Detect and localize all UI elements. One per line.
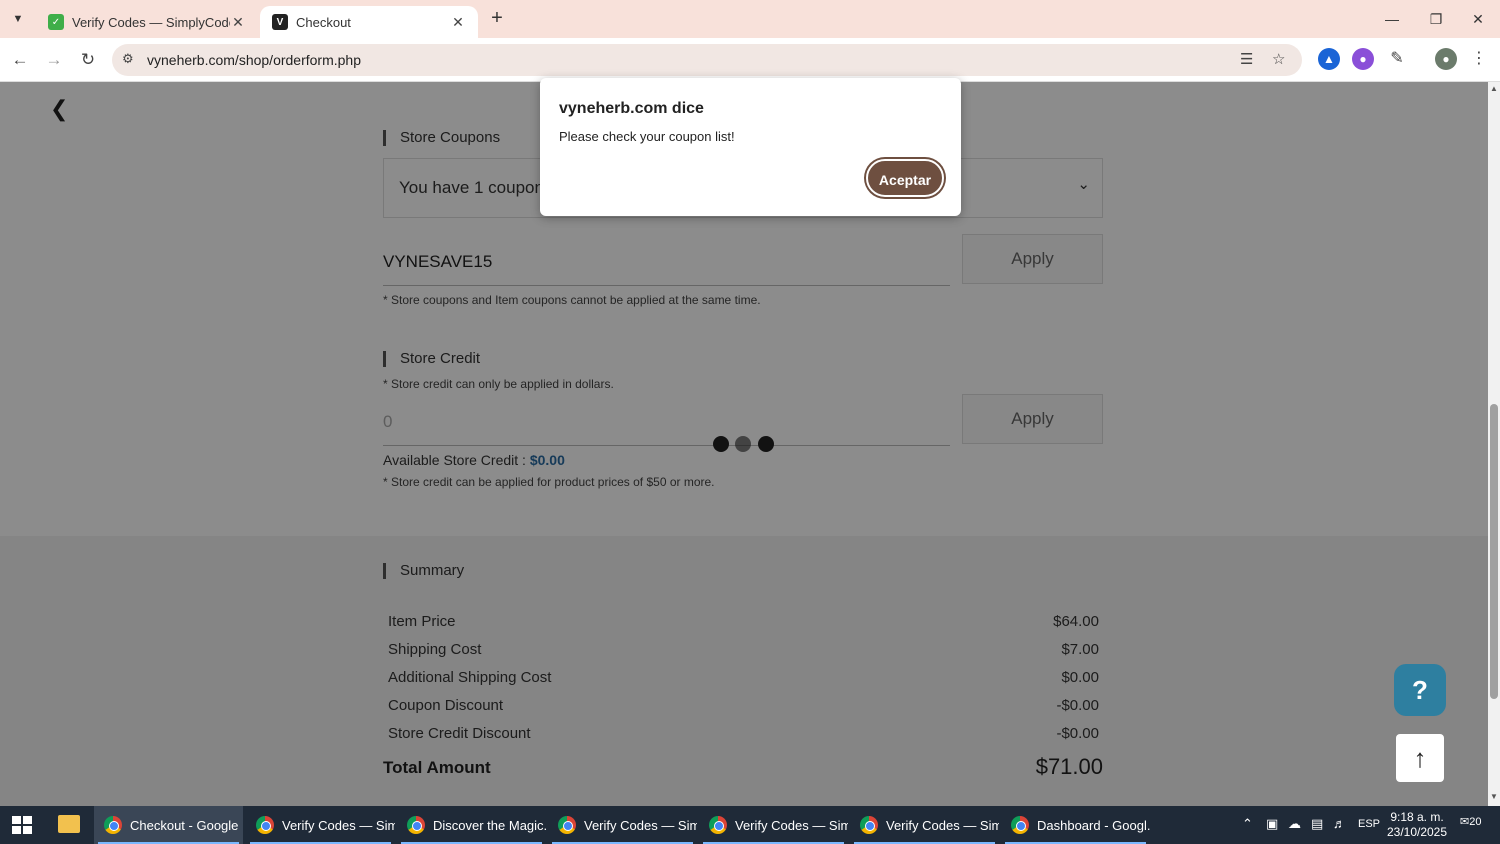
vyneherb-favicon-icon: V bbox=[272, 14, 288, 30]
help-question-icon[interactable]: ? bbox=[1394, 664, 1446, 716]
forward-arrow-icon[interactable]: → bbox=[42, 48, 66, 72]
address-bar[interactable]: ⚙ vyneherb.com/shop/orderform.php ☰ ☆ bbox=[112, 44, 1302, 76]
chrome-icon bbox=[1011, 816, 1029, 834]
clock-date: 23/10/2025 bbox=[1386, 825, 1448, 839]
menu-kebab-icon[interactable]: ⋮ bbox=[1468, 48, 1490, 70]
tab-checkout[interactable]: V Checkout ✕ bbox=[260, 6, 478, 38]
extensions-puzzle-icon[interactable]: ✎ bbox=[1386, 48, 1408, 70]
simplycodes-extension-icon[interactable]: ● bbox=[1352, 48, 1374, 70]
taskbar-item-verify-codes-1[interactable]: Verify Codes — Sim... bbox=[246, 806, 395, 844]
taskbar-item-verify-codes-4[interactable]: Verify Codes — Sim... bbox=[850, 806, 999, 844]
taskbar-item-verify-codes-2[interactable]: Verify Codes — Sim... bbox=[548, 806, 697, 844]
new-tab-plus-icon[interactable]: + bbox=[486, 8, 508, 30]
clock-time: 9:18 a. m. bbox=[1390, 810, 1444, 824]
url-text[interactable]: vyneherb.com/shop/orderform.php bbox=[147, 52, 361, 68]
back-arrow-icon[interactable]: ← bbox=[8, 48, 32, 72]
windows-taskbar: Checkout - Google ... Verify Codes — Sim… bbox=[0, 806, 1500, 844]
taskbar-item-discover-magic[interactable]: Discover the Magic... bbox=[397, 806, 546, 844]
simplycodes-favicon-icon: ✓ bbox=[48, 14, 64, 30]
close-tab-icon[interactable]: ✕ bbox=[230, 14, 246, 31]
chrome-icon bbox=[104, 816, 122, 834]
taskbar-item-verify-codes-3[interactable]: Verify Codes — Sim... bbox=[699, 806, 848, 844]
restore-icon[interactable]: ❐ bbox=[1416, 6, 1456, 32]
page-scrollbar[interactable]: ▲ ▼ bbox=[1488, 82, 1500, 806]
language-indicator[interactable]: ESP bbox=[1358, 818, 1380, 830]
show-hidden-icons-chevron-icon[interactable]: ⌃ bbox=[1242, 816, 1253, 832]
network-icon[interactable]: ▤ bbox=[1311, 816, 1323, 832]
chrome-icon bbox=[256, 816, 274, 834]
profile-avatar-icon[interactable]: ● bbox=[1435, 48, 1457, 70]
bookmark-star-icon[interactable]: ☆ bbox=[1272, 50, 1285, 68]
chrome-icon bbox=[407, 816, 425, 834]
system-clock[interactable]: 9:18 a. m. 23/10/2025 bbox=[1384, 810, 1450, 840]
alert-message: Please check your coupon list! bbox=[559, 129, 735, 144]
tab-search-chevron-icon[interactable]: ▼ bbox=[6, 8, 30, 30]
site-settings-icon[interactable]: ⚙ bbox=[122, 51, 134, 67]
meet-now-icon[interactable]: ▣ bbox=[1266, 816, 1278, 832]
scroll-down-arrow-icon[interactable]: ▼ bbox=[1488, 792, 1500, 801]
notification-center-icon[interactable]: ✉20 bbox=[1460, 815, 1484, 835]
windows-start-icon[interactable] bbox=[12, 816, 32, 834]
alert-dialog: vyneherb.com dice Please check your coup… bbox=[540, 78, 961, 216]
taskbar-item-dashboard[interactable]: Dashboard - Googl... bbox=[1001, 806, 1150, 844]
file-explorer-icon[interactable] bbox=[58, 815, 80, 833]
taskbar-item-checkout[interactable]: Checkout - Google ... bbox=[94, 806, 243, 844]
chrome-icon bbox=[860, 816, 878, 834]
alert-origin: vyneherb.com dice bbox=[559, 100, 704, 117]
alert-accept-button[interactable]: Aceptar bbox=[866, 159, 944, 197]
tab-title: Checkout bbox=[296, 14, 351, 30]
close-window-icon[interactable]: ✕ bbox=[1458, 6, 1498, 32]
volume-icon[interactable]: ♬ bbox=[1333, 816, 1346, 831]
tab-strip: ▼ ✓ Verify Codes — SimplyCodes ✕ V Check… bbox=[0, 0, 1500, 38]
tab-verify-codes[interactable]: ✓ Verify Codes — SimplyCodes ✕ bbox=[36, 6, 258, 38]
translate-icon[interactable]: ☰ bbox=[1240, 50, 1253, 68]
notification-count: 20 bbox=[1469, 816, 1482, 828]
scroll-up-arrow-icon[interactable]: ▲ bbox=[1488, 84, 1500, 93]
onedrive-cloud-icon[interactable]: ☁ bbox=[1288, 816, 1301, 832]
minimize-icon[interactable]: — bbox=[1372, 6, 1412, 32]
reload-icon[interactable]: ↻ bbox=[76, 48, 100, 72]
chrome-icon bbox=[709, 816, 727, 834]
scrollbar-thumb[interactable] bbox=[1490, 404, 1498, 699]
chrome-icon bbox=[558, 816, 576, 834]
scroll-to-top-arrow-icon[interactable]: ↑ bbox=[1396, 734, 1444, 782]
tab-title: Verify Codes — SimplyCodes bbox=[72, 14, 230, 30]
close-tab-icon[interactable]: ✕ bbox=[450, 14, 466, 31]
browser-toolbar: ← → ↻ ⚙ vyneherb.com/shop/orderform.php … bbox=[0, 38, 1500, 82]
shield-extension-icon[interactable]: ▲ bbox=[1318, 48, 1340, 70]
